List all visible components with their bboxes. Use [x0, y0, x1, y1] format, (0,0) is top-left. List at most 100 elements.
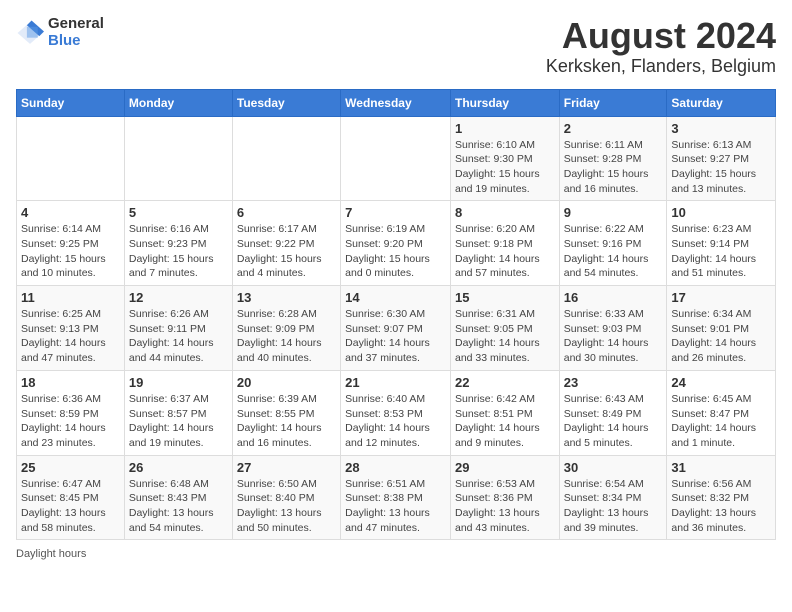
- calendar-cell: 9Sunrise: 6:22 AM Sunset: 9:16 PM Daylig…: [559, 201, 667, 286]
- day-number: 18: [21, 375, 120, 390]
- day-number: 24: [671, 375, 771, 390]
- day-number: 14: [345, 290, 446, 305]
- day-info: Sunrise: 6:56 AM Sunset: 8:32 PM Dayligh…: [671, 477, 771, 536]
- logo-icon: [16, 19, 44, 47]
- calendar-cell: 20 Sunrise: 6:39 AM Sunset: 8:55 PM Dayli…: [232, 370, 340, 455]
- calendar-cell: 30Sunrise: 6:54 AM Sunset: 8:34 PM Dayli…: [559, 455, 667, 540]
- day-info: Sunrise: 6:51 AM Sunset: 8:38 PM Dayligh…: [345, 477, 446, 536]
- logo: General Blue: [16, 16, 104, 49]
- calendar-week-row: 4 Sunrise: 6:14 AM Sunset: 9:25 PM Daylig…: [17, 201, 776, 286]
- day-number: 2: [564, 121, 663, 136]
- day-number: 26: [129, 460, 228, 475]
- calendar-cell: 4 Sunrise: 6:14 AM Sunset: 9:25 PM Daylig…: [17, 201, 125, 286]
- day-info: Sunrise: 6:47 AM Sunset: 8:45 PM Dayligh…: [21, 477, 120, 536]
- day-info: Sunrise: 6:43 AM Sunset: 8:49 PM Dayligh…: [564, 392, 663, 451]
- day-number: 17: [671, 290, 771, 305]
- calendar-cell: 15 Sunrise: 6:31 AM Sunset: 9:05 PM Dayli…: [450, 286, 559, 371]
- day-number: 8: [455, 205, 555, 220]
- calendar-cell: 14 Sunrise: 6:30 AM Sunset: 9:07 PM Dayli…: [341, 286, 451, 371]
- day-number: 21: [345, 375, 446, 390]
- title-block: August 2024 Kerksken, Flanders, Belgium: [546, 16, 776, 77]
- day-info: Sunrise: 6:45 AM Sunset: 8:47 PM Dayligh…: [671, 392, 771, 451]
- calendar-cell: 11Sunrise: 6:25 AM Sunset: 9:13 PM Dayli…: [17, 286, 125, 371]
- day-info: Sunrise: 6:53 AM Sunset: 8:36 PM Dayligh…: [455, 477, 555, 536]
- calendar-cell: 29 Sunrise: 6:53 AM Sunset: 8:36 PM Dayli…: [450, 455, 559, 540]
- calendar-day-header: Thursday: [450, 89, 559, 116]
- day-info: Sunrise: 6:26 AM Sunset: 9:11 PM Dayligh…: [129, 307, 228, 366]
- day-info: Sunrise: 6:39 AM Sunset: 8:55 PM Dayligh…: [237, 392, 336, 451]
- day-info: Sunrise: 6:11 AM Sunset: 9:28 PM Dayligh…: [564, 138, 663, 197]
- logo-text: General Blue: [48, 16, 104, 49]
- calendar-header-row: SundayMondayTuesdayWednesdayThursdayFrid…: [17, 89, 776, 116]
- calendar-cell: 3Sunrise: 6:13 AM Sunset: 9:27 PM Daylig…: [667, 116, 776, 201]
- day-number: 27: [237, 460, 336, 475]
- logo-general: General: [48, 16, 104, 33]
- day-info: Sunrise: 6:31 AM Sunset: 9:05 PM Dayligh…: [455, 307, 555, 366]
- calendar-day-header: Friday: [559, 89, 667, 116]
- day-number: 12: [129, 290, 228, 305]
- day-number: 13: [237, 290, 336, 305]
- calendar-cell: [232, 116, 340, 201]
- calendar-cell: 8 Sunrise: 6:20 AM Sunset: 9:18 PM Daylig…: [450, 201, 559, 286]
- day-info: Sunrise: 6:10 AM Sunset: 9:30 PM Dayligh…: [455, 138, 555, 197]
- calendar-cell: 27Sunrise: 6:50 AM Sunset: 8:40 PM Dayli…: [232, 455, 340, 540]
- calendar-cell: 2 Sunrise: 6:11 AM Sunset: 9:28 PM Daylig…: [559, 116, 667, 201]
- day-number: 6: [237, 205, 336, 220]
- day-info: Sunrise: 6:28 AM Sunset: 9:09 PM Dayligh…: [237, 307, 336, 366]
- day-number: 25: [21, 460, 120, 475]
- calendar-cell: 17 Sunrise: 6:34 AM Sunset: 9:01 PM Dayli…: [667, 286, 776, 371]
- calendar-cell: 28 Sunrise: 6:51 AM Sunset: 8:38 PM Dayli…: [341, 455, 451, 540]
- day-info: Sunrise: 6:37 AM Sunset: 8:57 PM Dayligh…: [129, 392, 228, 451]
- day-info: Sunrise: 6:22 AM Sunset: 9:16 PM Dayligh…: [564, 222, 663, 281]
- day-number: 20: [237, 375, 336, 390]
- day-info: Sunrise: 6:33 AM Sunset: 9:03 PM Dayligh…: [564, 307, 663, 366]
- calendar-cell: 21 Sunrise: 6:40 AM Sunset: 8:53 PM Dayli…: [341, 370, 451, 455]
- calendar-cell: 18 Sunrise: 6:36 AM Sunset: 8:59 PM Dayli…: [17, 370, 125, 455]
- calendar-cell: 7 Sunrise: 6:19 AM Sunset: 9:20 PM Daylig…: [341, 201, 451, 286]
- calendar-cell: [341, 116, 451, 201]
- page-header: General Blue August 2024 Kerksken, Fland…: [16, 16, 776, 77]
- day-info: Sunrise: 6:36 AM Sunset: 8:59 PM Dayligh…: [21, 392, 120, 451]
- day-info: Sunrise: 6:30 AM Sunset: 9:07 PM Dayligh…: [345, 307, 446, 366]
- day-info: Sunrise: 6:14 AM Sunset: 9:25 PM Dayligh…: [21, 222, 120, 281]
- calendar-day-header: Saturday: [667, 89, 776, 116]
- day-info: Sunrise: 6:40 AM Sunset: 8:53 PM Dayligh…: [345, 392, 446, 451]
- day-info: Sunrise: 6:16 AM Sunset: 9:23 PM Dayligh…: [129, 222, 228, 281]
- calendar-day-header: Tuesday: [232, 89, 340, 116]
- day-number: 7: [345, 205, 446, 220]
- calendar-table: SundayMondayTuesdayWednesdayThursdayFrid…: [16, 89, 776, 541]
- day-info: Sunrise: 6:20 AM Sunset: 9:18 PM Dayligh…: [455, 222, 555, 281]
- day-info: Sunrise: 6:42 AM Sunset: 8:51 PM Dayligh…: [455, 392, 555, 451]
- calendar-day-header: Sunday: [17, 89, 125, 116]
- calendar-cell: 13 Sunrise: 6:28 AM Sunset: 9:09 PM Dayli…: [232, 286, 340, 371]
- calendar-cell: 25 Sunrise: 6:47 AM Sunset: 8:45 PM Dayli…: [17, 455, 125, 540]
- calendar-cell: [124, 116, 232, 201]
- day-number: 23: [564, 375, 663, 390]
- calendar-cell: 6Sunrise: 6:17 AM Sunset: 9:22 PM Daylig…: [232, 201, 340, 286]
- calendar-cell: 26Sunrise: 6:48 AM Sunset: 8:43 PM Dayli…: [124, 455, 232, 540]
- calendar-cell: 24 Sunrise: 6:45 AM Sunset: 8:47 PM Dayli…: [667, 370, 776, 455]
- calendar-cell: [17, 116, 125, 201]
- day-number: 29: [455, 460, 555, 475]
- day-number: 15: [455, 290, 555, 305]
- day-info: Sunrise: 6:23 AM Sunset: 9:14 PM Dayligh…: [671, 222, 771, 281]
- day-number: 22: [455, 375, 555, 390]
- day-number: 4: [21, 205, 120, 220]
- calendar-cell: 16Sunrise: 6:33 AM Sunset: 9:03 PM Dayli…: [559, 286, 667, 371]
- day-number: 3: [671, 121, 771, 136]
- day-number: 1: [455, 121, 555, 136]
- calendar-week-row: 1 Sunrise: 6:10 AM Sunset: 9:30 PM Daylig…: [17, 116, 776, 201]
- calendar-footer: Daylight hours: [16, 548, 776, 560]
- calendar-cell: 31 Sunrise: 6:56 AM Sunset: 8:32 PM Dayli…: [667, 455, 776, 540]
- day-number: 19: [129, 375, 228, 390]
- calendar-cell: 5 Sunrise: 6:16 AM Sunset: 9:23 PM Daylig…: [124, 201, 232, 286]
- day-number: 31: [671, 460, 771, 475]
- day-info: Sunrise: 6:19 AM Sunset: 9:20 PM Dayligh…: [345, 222, 446, 281]
- calendar-cell: 12 Sunrise: 6:26 AM Sunset: 9:11 PM Dayli…: [124, 286, 232, 371]
- day-info: Sunrise: 6:34 AM Sunset: 9:01 PM Dayligh…: [671, 307, 771, 366]
- day-number: 5: [129, 205, 228, 220]
- calendar-cell: 1 Sunrise: 6:10 AM Sunset: 9:30 PM Daylig…: [450, 116, 559, 201]
- calendar-day-header: Monday: [124, 89, 232, 116]
- page-title: August 2024: [546, 16, 776, 56]
- day-number: 28: [345, 460, 446, 475]
